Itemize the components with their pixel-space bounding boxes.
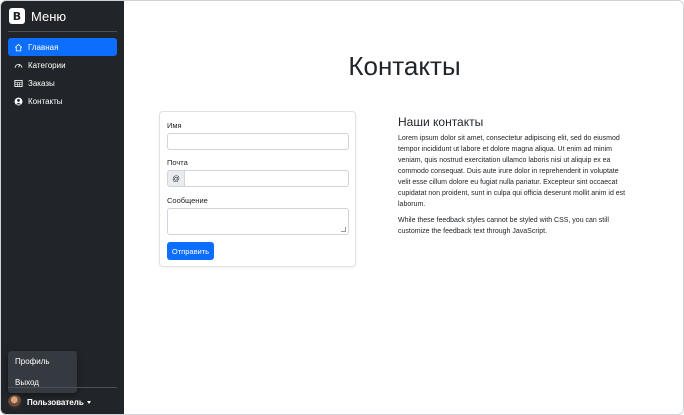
contacts-heading: Наши контакты	[398, 115, 484, 129]
message-label: Сообщение	[167, 196, 208, 205]
divider	[8, 387, 117, 388]
brand[interactable]: B Меню	[9, 8, 66, 24]
contacts-info: Наши контакты Lorem ipsum dolor sit amet…	[398, 115, 630, 242]
name-input[interactable]	[167, 133, 349, 150]
table-icon	[14, 79, 23, 88]
message-textarea[interactable]	[167, 208, 349, 235]
sidebar-item-label: Главная	[28, 42, 59, 52]
at-sign-addon: @	[167, 170, 185, 187]
home-icon	[14, 43, 23, 52]
menu-item-profile[interactable]: Профиль	[8, 351, 77, 372]
email-input[interactable]	[185, 170, 349, 187]
contacts-paragraph: While these feedback styles cannot be st…	[398, 217, 609, 235]
resize-handle-icon[interactable]	[341, 227, 346, 232]
contacts-paragraph: Lorem ipsum dolor sit amet, consectetur …	[398, 135, 626, 208]
brand-title: Меню	[31, 8, 67, 24]
sidebar-nav: Главная Категории Заказы Контакты	[8, 38, 117, 110]
sidebar-item-label: Заказы	[28, 78, 55, 88]
sidebar-item-orders[interactable]: Заказы	[8, 74, 117, 92]
caret-down-icon	[86, 400, 91, 404]
sidebar-item-label: Контакты	[28, 96, 63, 106]
email-label: Почта	[167, 158, 188, 167]
sidebar-item-categories[interactable]: Категории	[8, 56, 117, 74]
avatar	[8, 395, 22, 409]
submit-button[interactable]: Отправить	[167, 242, 214, 260]
person-circle-icon	[14, 97, 23, 106]
sidebar: B Меню Главная Категории Заказы Контакты…	[1, 1, 124, 414]
app-window: B Меню Главная Категории Заказы Контакты…	[0, 0, 684, 415]
email-input-group: @	[167, 170, 349, 187]
user-name: Пользователь	[27, 397, 84, 407]
menu-item-logout[interactable]: Выход	[8, 372, 77, 393]
contact-form: Имя Почта @ Сообщение Отправить	[159, 111, 356, 267]
speedometer-icon	[14, 61, 23, 70]
name-label: Имя	[167, 121, 182, 130]
user-menu-toggle[interactable]: Пользователь	[8, 395, 91, 409]
sidebar-item-contacts[interactable]: Контакты	[8, 92, 117, 110]
sidebar-item-home[interactable]: Главная	[8, 38, 117, 56]
sidebar-item-label: Категории	[28, 60, 66, 70]
divider	[8, 31, 117, 32]
bootstrap-logo-icon: B	[9, 8, 25, 24]
page-title: Контакты	[348, 51, 461, 81]
